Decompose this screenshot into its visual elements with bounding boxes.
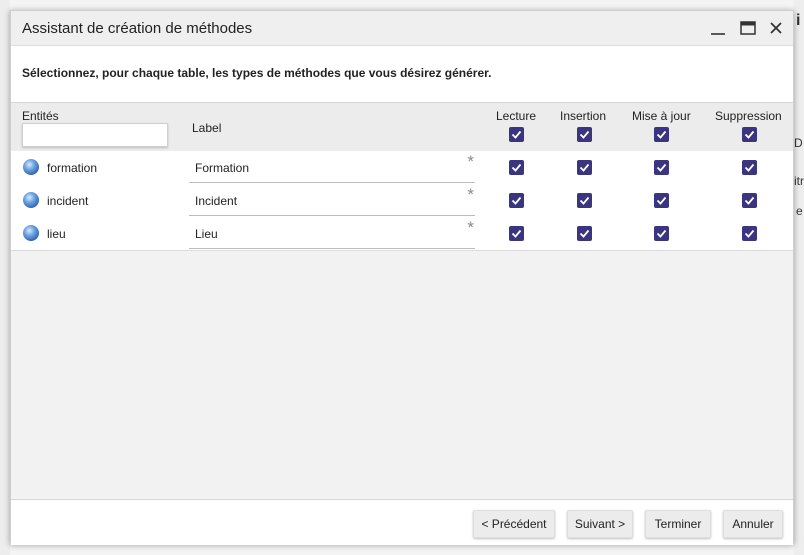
entity-filter-input[interactable] <box>22 123 168 147</box>
background-text: e <box>796 204 803 218</box>
checkmark-icon <box>579 196 590 205</box>
table-row: lieu Lieu * <box>11 217 793 251</box>
select-all-insert-checkbox[interactable] <box>577 127 592 142</box>
column-header-entities: Entités <box>22 109 59 123</box>
label-input[interactable]: Lieu * <box>189 217 475 249</box>
background-divider <box>0 0 10 555</box>
background-divider <box>794 0 804 555</box>
checkmark-icon <box>511 196 522 205</box>
method-wizard-dialog: Assistant de création de méthodes Sélect… <box>10 10 794 545</box>
entity-name: incident <box>47 194 89 208</box>
previous-button[interactable]: < Précédent <box>473 510 555 538</box>
background-text: itr <box>794 174 804 188</box>
maximize-icon[interactable] <box>737 18 759 38</box>
select-all-delete-checkbox[interactable] <box>742 127 757 142</box>
update-checkbox[interactable] <box>654 160 669 175</box>
read-checkbox[interactable] <box>509 226 524 241</box>
checkmark-icon <box>656 163 667 172</box>
grid-empty-area <box>11 251 793 499</box>
delete-checkbox[interactable] <box>742 226 757 241</box>
entity-icon <box>23 159 39 175</box>
cancel-button[interactable]: Annuler <box>723 510 783 538</box>
next-button[interactable]: Suivant > <box>567 510 633 538</box>
insert-checkbox[interactable] <box>577 160 592 175</box>
checkmark-icon <box>579 229 590 238</box>
entity-icon <box>23 225 39 241</box>
dialog-title: Assistant de création de méthodes <box>22 20 253 37</box>
background-text: i <box>796 12 801 29</box>
checkmark-icon <box>579 130 590 139</box>
select-all-update-checkbox[interactable] <box>654 127 669 142</box>
update-checkbox[interactable] <box>654 193 669 208</box>
checkmark-icon <box>656 196 667 205</box>
entity-icon <box>23 192 39 208</box>
label-input[interactable]: Formation * <box>189 151 475 183</box>
checkmark-icon <box>656 229 667 238</box>
checkmark-icon <box>656 130 667 139</box>
checkmark-icon <box>511 130 522 139</box>
column-header-update: Mise à jour <box>632 109 691 123</box>
column-header-insert: Insertion <box>560 109 607 123</box>
dialog-titlebar[interactable]: Assistant de création de méthodes <box>11 11 793 46</box>
checkmark-icon <box>744 130 755 139</box>
required-icon: * <box>467 218 474 237</box>
background-text: D <box>794 136 803 150</box>
column-header-delete: Suppression <box>715 109 782 123</box>
minimize-icon[interactable] <box>707 18 729 38</box>
insert-checkbox[interactable] <box>577 193 592 208</box>
label-input[interactable]: Incident * <box>189 184 475 216</box>
finish-button[interactable]: Terminer <box>645 510 711 538</box>
instruction-text: Sélectionnez, pour chaque table, les typ… <box>22 66 492 80</box>
entity-name: lieu <box>47 227 66 241</box>
column-header-read: Lecture <box>496 109 537 123</box>
grid-header: Entités Label Lecture Insertion Mise à j… <box>11 102 793 152</box>
checkmark-icon <box>511 163 522 172</box>
update-checkbox[interactable] <box>654 226 669 241</box>
checkmark-icon <box>579 163 590 172</box>
column-header-label: Label <box>192 121 222 135</box>
select-all-read-checkbox[interactable] <box>509 127 524 142</box>
required-icon: * <box>467 152 474 171</box>
checkmark-icon <box>511 229 522 238</box>
label-value: Lieu <box>195 227 218 241</box>
table-row: incident Incident * <box>11 184 793 218</box>
table-row: formation Formation * <box>11 151 793 185</box>
checkmark-icon <box>744 163 755 172</box>
label-value: Incident <box>195 194 238 208</box>
read-checkbox[interactable] <box>509 160 524 175</box>
dialog-footer: < Précédent Suivant > Terminer Annuler <box>11 499 793 545</box>
delete-checkbox[interactable] <box>742 160 757 175</box>
required-icon: * <box>467 185 474 204</box>
read-checkbox[interactable] <box>509 193 524 208</box>
delete-checkbox[interactable] <box>742 193 757 208</box>
checkmark-icon <box>744 196 755 205</box>
entity-name: formation <box>47 161 98 175</box>
label-value: Formation <box>195 161 250 175</box>
checkmark-icon <box>744 229 755 238</box>
insert-checkbox[interactable] <box>577 226 592 241</box>
close-icon[interactable] <box>766 18 788 38</box>
